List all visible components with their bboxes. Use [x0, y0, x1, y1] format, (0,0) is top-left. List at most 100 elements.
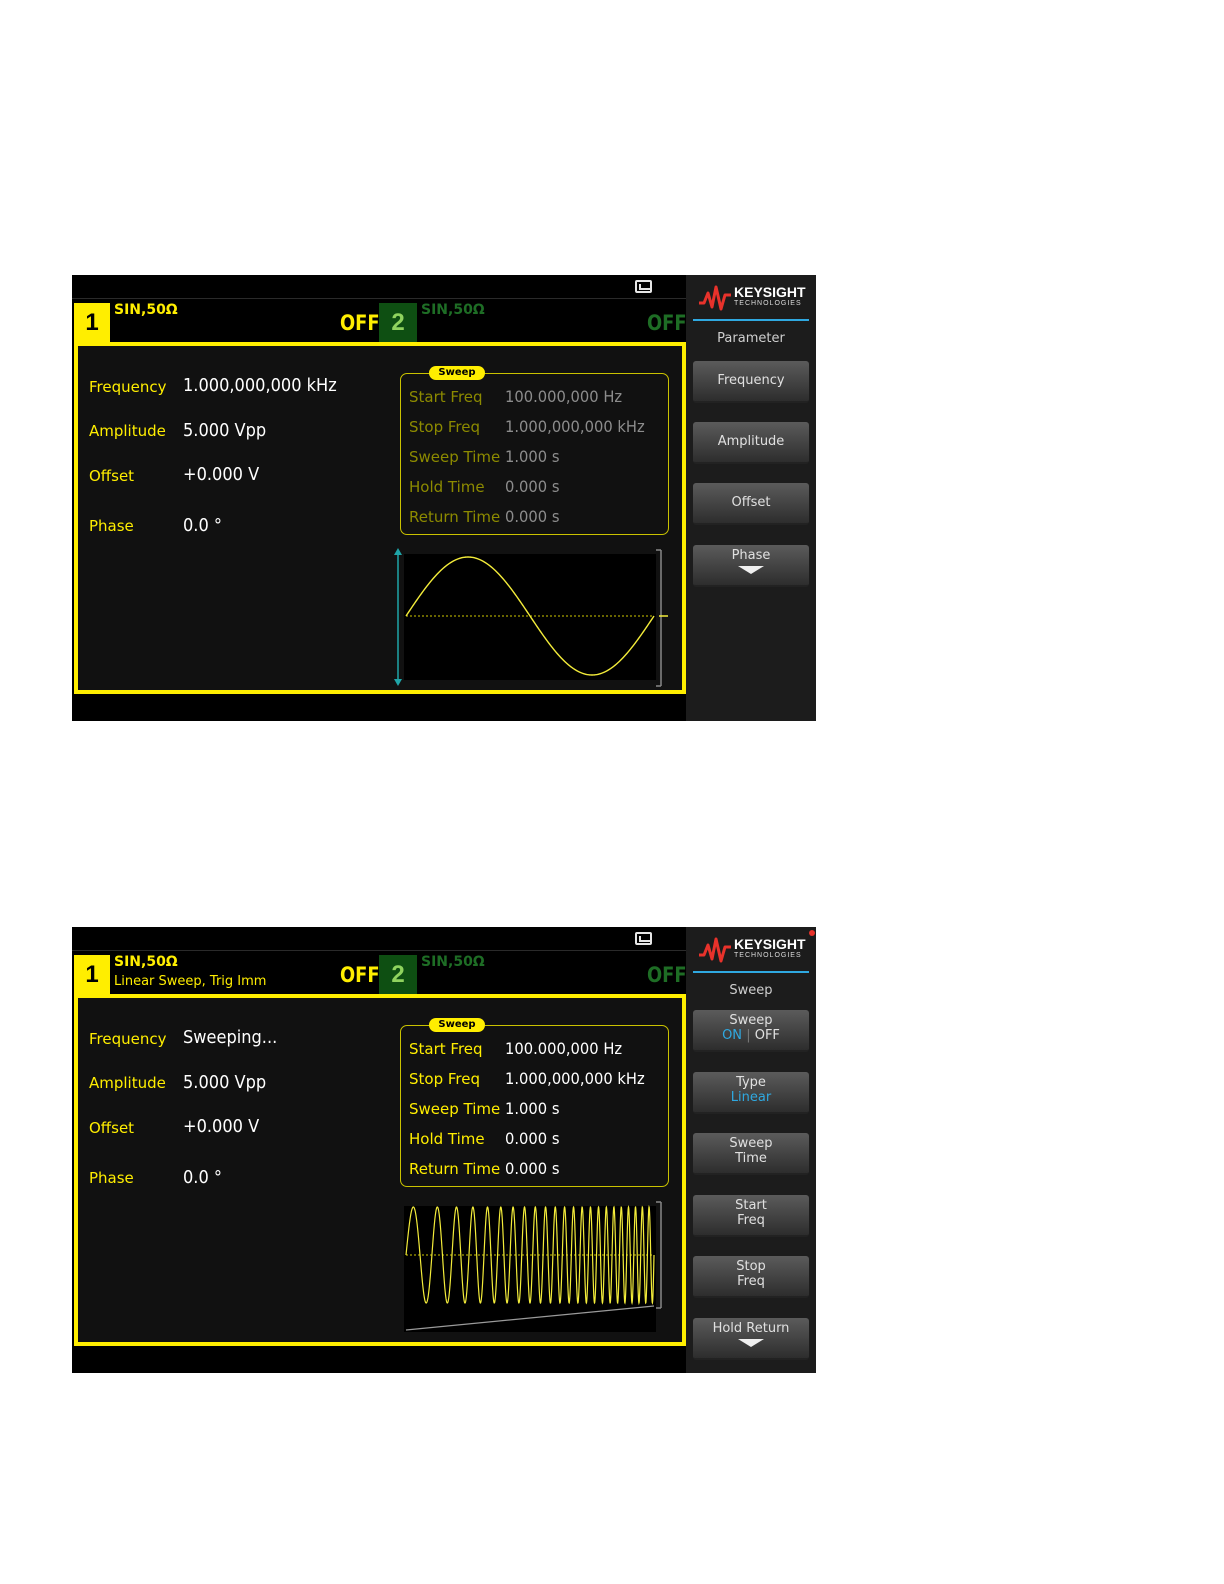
amplitude-label: Amplitude: [89, 1074, 166, 1092]
frequency-label: Frequency: [89, 1030, 167, 1048]
sweep-tag: Sweep: [429, 366, 485, 380]
status-bar: [72, 927, 686, 951]
bottom-bar: [72, 694, 686, 721]
offset-value: +0.000 V: [183, 1116, 260, 1137]
start-freq-softkey[interactable]: Start Freq: [693, 1195, 809, 1237]
frequency-softkey[interactable]: Frequency: [693, 361, 809, 403]
hold-time-value: 0.000 s: [505, 1129, 560, 1148]
phase-label: Phase: [89, 1169, 134, 1187]
channel-2-badge[interactable]: 2: [379, 303, 417, 342]
start-freq-value: 100.000,000 Hz: [505, 387, 623, 406]
softkey-panel: KEYSIGHT TECHNOLOGIES Sweep Sweep ON | O…: [686, 927, 816, 1373]
amplitude-value: 5.000 Vpp: [183, 420, 267, 441]
menu-title: Sweep: [729, 983, 773, 998]
channel-1-output-state: OFF: [340, 311, 380, 335]
keysight-logo: KEYSIGHT TECHNOLOGIES: [698, 935, 810, 965]
menu-title: Parameter: [717, 331, 785, 346]
stop-freq-softkey[interactable]: Stop Freq: [693, 1256, 809, 1298]
phase-label: Phase: [89, 517, 134, 535]
channel-2-info: SIN,50Ω: [421, 302, 485, 318]
return-time-value: 0.000 s: [505, 1159, 560, 1178]
amplitude-softkey[interactable]: Amplitude: [693, 422, 809, 464]
sweep-settings-box: Sweep Start Freq 100.000,000 Hz Stop Fre…: [400, 366, 669, 535]
return-time-value: 0.000 s: [505, 507, 560, 526]
sweep-time-value: 1.000 s: [505, 447, 560, 466]
channel-1-info: SIN,50Ω: [114, 954, 178, 970]
channel-2-info: SIN,50Ω: [421, 954, 485, 970]
sweep-type-softkey[interactable]: Type Linear: [693, 1072, 809, 1114]
offset-value: +0.000 V: [183, 464, 260, 485]
usb-drive-icon: [635, 932, 652, 945]
channel-2-badge[interactable]: 2: [379, 955, 417, 994]
arrow-down-icon: [738, 566, 764, 574]
bottom-bar: [72, 1346, 686, 1373]
offset-softkey[interactable]: Offset: [693, 483, 809, 525]
channel-1-info: SIN,50Ω: [114, 302, 178, 318]
toggle-separator: |: [746, 1028, 751, 1043]
waveform-plot-area: [404, 1206, 656, 1332]
amplitude-marker-bottom-arrow: [394, 679, 402, 686]
status-bar: [72, 275, 686, 299]
softkey-label: Offset: [731, 495, 771, 510]
start-freq-label: Start Freq: [409, 1040, 483, 1058]
channel-1-output-state: OFF: [340, 963, 380, 987]
frequency-label: Frequency: [89, 378, 167, 396]
phase-value: 0.0 °: [183, 515, 223, 536]
sweep-off-option: OFF: [754, 1028, 780, 1043]
channel-header: 1 SIN,50Ω OFF 2 SIN,50Ω OFF: [72, 299, 687, 342]
offset-label: Offset: [89, 1119, 135, 1137]
channel-1-mode: Linear Sweep, Trig Imm: [114, 974, 267, 989]
hold-time-label: Hold Time: [409, 478, 485, 496]
sweep-time-label: Sweep Time: [409, 1100, 501, 1118]
offset-label: Offset: [89, 467, 135, 485]
stop-freq-value: 1.000,000,000 kHz: [505, 1069, 645, 1088]
stop-freq-value: 1.000,000,000 kHz: [505, 417, 645, 436]
channel-1-panel: Frequency Sweeping... Amplitude 5.000 Vp…: [74, 994, 686, 1346]
hold-time-value: 0.000 s: [505, 477, 560, 496]
sweep-type-value: Linear: [730, 1090, 772, 1105]
channel-1-badge[interactable]: 1: [74, 303, 110, 342]
softkey-label: Amplitude: [717, 434, 785, 449]
channel-1-panel: Frequency 1.000,000,000 kHz Amplitude 5.…: [74, 342, 686, 694]
menu-title-divider: [693, 319, 809, 321]
waveform-preview-sine: [394, 548, 668, 687]
keysight-logo: KEYSIGHT TECHNOLOGIES: [698, 283, 810, 313]
softkey-panel: KEYSIGHT TECHNOLOGIES Parameter Frequenc…: [686, 275, 816, 721]
softkey-label-line2: Freq: [737, 1213, 765, 1228]
sweep-time-value: 1.000 s: [505, 1099, 560, 1118]
return-time-label: Return Time: [409, 508, 501, 526]
instrument-screen-sweep: 1 SIN,50Ω Linear Sweep, Trig Imm OFF 2 S…: [72, 927, 816, 1373]
softkey-label: Type: [736, 1075, 766, 1090]
keysight-wave-logo-icon: [699, 285, 731, 311]
frequency-value: 1.000,000,000 kHz: [183, 375, 337, 396]
hold-return-softkey[interactable]: Hold Return: [693, 1318, 809, 1360]
softkey-label: Start: [735, 1198, 767, 1213]
sweep-on-off-softkey[interactable]: Sweep ON | OFF: [693, 1010, 809, 1052]
sweep-tag: Sweep: [429, 1018, 485, 1032]
sweep-time-softkey[interactable]: Sweep Time: [693, 1133, 809, 1175]
arrow-down-icon: [738, 1339, 764, 1347]
brand-subtitle: TECHNOLOGIES: [734, 952, 802, 959]
waveform-preview-sweep: [404, 1201, 662, 1332]
softkey-label: Sweep: [729, 1013, 773, 1028]
softkey-label-line2: Time: [735, 1151, 767, 1166]
stop-freq-label: Stop Freq: [409, 418, 480, 436]
start-freq-label: Start Freq: [409, 388, 483, 406]
channel-1-badge[interactable]: 1: [74, 955, 110, 994]
softkey-label: Phase: [731, 548, 771, 563]
softkey-toggle: ON | OFF: [693, 1028, 809, 1043]
start-freq-value: 100.000,000 Hz: [505, 1039, 623, 1058]
frequency-value: Sweeping...: [183, 1027, 278, 1048]
brand-subtitle: TECHNOLOGIES: [734, 300, 802, 307]
channel-2-output-state: OFF: [647, 311, 687, 335]
instrument-screen-parameter: 1 SIN,50Ω OFF 2 SIN,50Ω OFF Frequency 1.…: [72, 275, 816, 721]
phase-softkey[interactable]: Phase: [693, 545, 809, 587]
stop-freq-label: Stop Freq: [409, 1070, 480, 1088]
keysight-wave-logo-icon: [699, 937, 731, 963]
amplitude-value: 5.000 Vpp: [183, 1072, 267, 1093]
amplitude-label: Amplitude: [89, 422, 166, 440]
phase-value: 0.0 °: [183, 1167, 223, 1188]
sweep-settings-box: Sweep Start Freq 100.000,000 Hz Stop Fre…: [400, 1018, 669, 1187]
softkey-label: Stop: [736, 1259, 766, 1274]
channel-header: 1 SIN,50Ω Linear Sweep, Trig Imm OFF 2 S…: [72, 951, 687, 994]
